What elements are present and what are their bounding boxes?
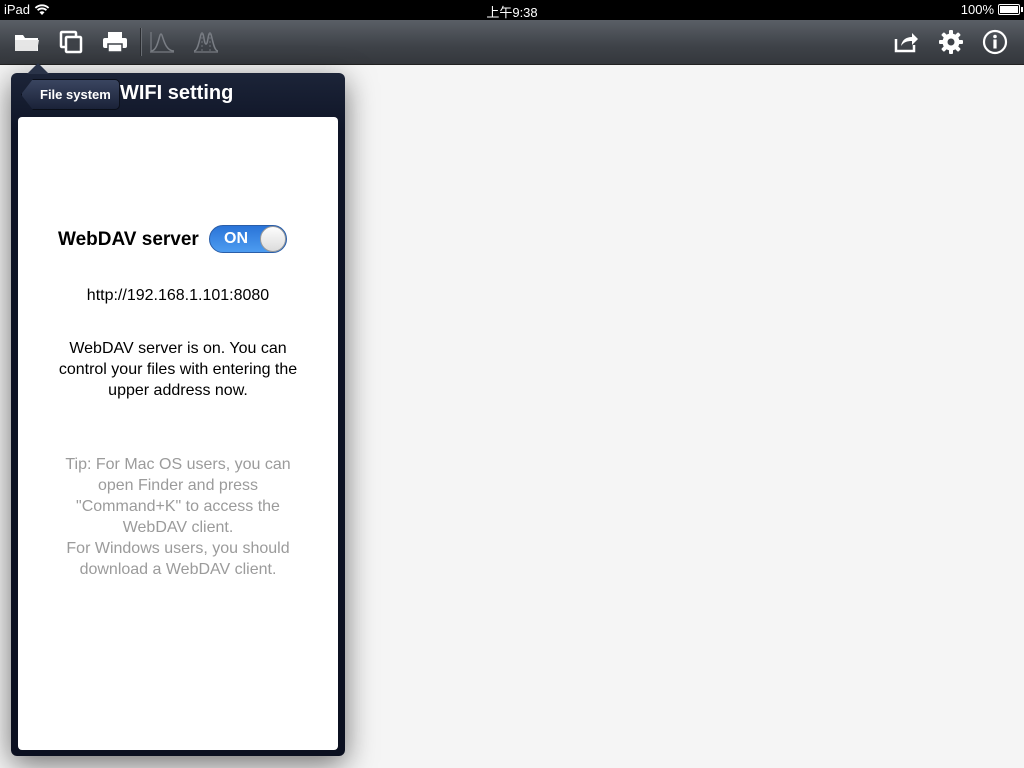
- toggle-state-label: ON: [224, 230, 248, 247]
- tip-text: Tip: For Mac OS users, you can open Find…: [48, 454, 308, 580]
- tip-mac: Tip: For Mac OS users, you can open Find…: [65, 456, 291, 536]
- server-address: http://192.168.1.101:8080: [86, 287, 270, 304]
- spectrum-icon: [150, 32, 175, 53]
- gear-icon: [939, 30, 963, 54]
- toolbar: [0, 20, 1024, 65]
- popover-header: File system WIFI setting: [11, 73, 345, 115]
- share-button[interactable]: [891, 26, 923, 58]
- peaks-icon: [193, 32, 219, 53]
- info-icon: [982, 29, 1008, 55]
- popover-content: WebDAV server ON http://192.168.1.101:80…: [18, 117, 338, 750]
- share-icon: [894, 33, 918, 53]
- server-status-message: WebDAV server is on. You can control you…: [58, 340, 298, 399]
- print-icon: [103, 32, 127, 53]
- wifi-setting-popover: File system WIFI setting WebDAV server O…: [11, 63, 345, 756]
- battery-icon: [998, 4, 1023, 15]
- peaks-button[interactable]: [190, 26, 222, 58]
- back-button[interactable]: File system: [21, 79, 120, 110]
- webdav-server-label: WebDAV server: [58, 229, 199, 250]
- toolbar-divider: [140, 28, 141, 56]
- spectrum-button[interactable]: [146, 26, 178, 58]
- battery-status: 100%: [960, 2, 1023, 17]
- info-button[interactable]: [979, 26, 1011, 58]
- copy-button[interactable]: [55, 26, 87, 58]
- folder-button[interactable]: [11, 26, 43, 58]
- print-button[interactable]: [99, 26, 131, 58]
- toggle-knob: [260, 226, 286, 252]
- battery-percent: 100%: [960, 2, 994, 17]
- copy-icon: [59, 30, 83, 54]
- tip-windows: For Windows users, you should download a…: [66, 540, 290, 578]
- status-bar: iPad 上午9:38 100%: [0, 0, 1024, 20]
- settings-button[interactable]: [935, 26, 967, 58]
- popover-title: WIFI setting: [120, 82, 234, 104]
- clock: 上午9:38: [486, 5, 538, 20]
- folder-icon: [15, 35, 39, 51]
- webdav-toggle[interactable]: ON: [209, 225, 287, 253]
